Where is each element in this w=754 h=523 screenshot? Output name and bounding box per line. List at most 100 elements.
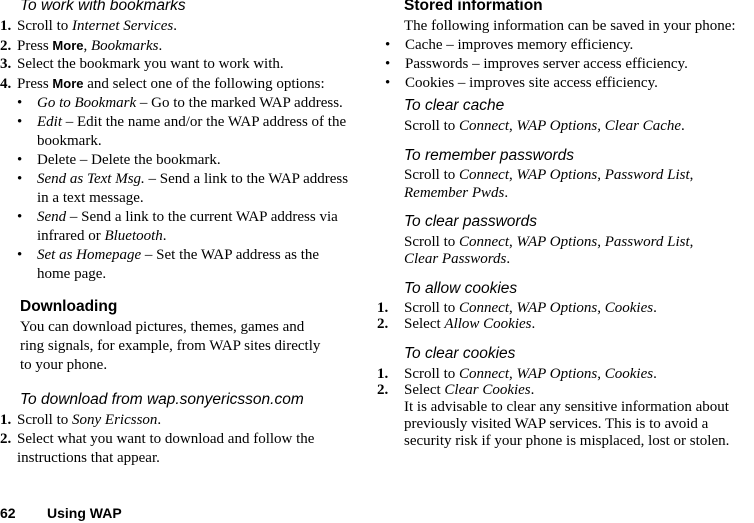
punct: . bbox=[504, 185, 509, 201]
menu-path: Connect bbox=[459, 300, 509, 316]
bullet-icon: • bbox=[17, 171, 23, 187]
step-number: 2. bbox=[377, 316, 389, 332]
option-name: Edit bbox=[37, 114, 62, 130]
heading-work-with-bookmarks: To work with bookmarks bbox=[20, 0, 186, 14]
menu-path: Password List bbox=[604, 167, 690, 183]
allow-step-2: 2. Select Allow Cookies. bbox=[377, 315, 535, 334]
punct: . bbox=[162, 228, 167, 244]
option-desc: – Go to the marked WAP address. bbox=[136, 95, 343, 111]
punct: , bbox=[689, 167, 694, 183]
punct: , bbox=[509, 366, 517, 382]
punct: . bbox=[653, 300, 657, 316]
stored-item-passwords: • Passwords – improves server access effi… bbox=[385, 55, 688, 74]
page-number: 62 bbox=[0, 505, 16, 521]
option-go-to-bookmark: • Go to Bookmark – Go to the marked WAP a… bbox=[17, 94, 343, 113]
bullet-icon: • bbox=[17, 209, 23, 225]
menu-path: WAP Options bbox=[516, 366, 598, 382]
option-send-cont: infrared or Bluetooth. bbox=[37, 227, 167, 246]
menu-path: Allow Cookies bbox=[444, 316, 532, 332]
punct: , bbox=[83, 38, 91, 54]
option-name: Bluetooth bbox=[104, 228, 163, 244]
punct: . bbox=[157, 412, 162, 428]
bullet-icon: • bbox=[17, 114, 23, 130]
punct: , bbox=[509, 167, 517, 183]
bullet-icon: • bbox=[385, 75, 391, 91]
punct: , bbox=[689, 234, 694, 250]
punct: . bbox=[530, 382, 535, 398]
item-text: Passwords – improves server access effic… bbox=[405, 56, 688, 72]
option-set-homepage: • Set as Homepage – Set the WAP address a… bbox=[17, 246, 319, 265]
menu-path: WAP Options bbox=[516, 234, 598, 250]
download-step-2: 2. Select what you want to download and f… bbox=[0, 430, 314, 449]
download-step-1: 1. Scroll to Sony Ericsson. bbox=[0, 411, 161, 430]
step-text: and select one of the following options: bbox=[83, 76, 325, 92]
heading-stored-information: Stored information bbox=[404, 0, 543, 14]
stored-item-cookies: • Cookies – improves site access efficien… bbox=[385, 74, 658, 93]
advice-line-3: security risk if your phone is misplaced… bbox=[404, 433, 730, 449]
clear-passwords-path-cont: Clear Passwords. bbox=[404, 250, 510, 269]
option-desc: – Send a link to the current WAP address… bbox=[66, 209, 338, 225]
menu-path: Password List bbox=[604, 234, 690, 250]
step-text: Scroll to bbox=[17, 18, 72, 34]
item-text: Cache – improves memory efficiency. bbox=[405, 37, 634, 53]
option-delete: • Delete – Delete the bookmark. bbox=[17, 151, 221, 170]
step-number: 2. bbox=[377, 382, 389, 398]
bullet-icon: • bbox=[385, 56, 391, 72]
punct: , bbox=[597, 234, 605, 250]
downloading-line-3: to your phone. bbox=[20, 357, 108, 373]
step-text: Scroll to bbox=[404, 366, 459, 382]
menu-path: Connect bbox=[459, 366, 509, 382]
heading-clear-cookies: To clear cookies bbox=[404, 345, 516, 362]
option-desc: – Set the WAP address as the bbox=[141, 247, 320, 263]
step-3: 3. Select the bookmark you want to work w… bbox=[0, 55, 284, 74]
menu-path: Clear Cache bbox=[604, 118, 682, 134]
item-text: Cookies – improves site access efficienc… bbox=[405, 75, 658, 91]
step-text: Scroll to bbox=[404, 167, 459, 183]
menu-path: WAP Options bbox=[516, 118, 598, 134]
step-text: Select what you want to download and fol… bbox=[17, 431, 315, 447]
option-send-text-msg-cont: in a text message. bbox=[37, 190, 144, 206]
step-text: Scroll to bbox=[404, 300, 459, 316]
punct: , bbox=[509, 300, 517, 316]
step-4: 4. Press More and select one of the follo… bbox=[0, 74, 325, 94]
heading-remember-passwords: To remember passwords bbox=[404, 147, 574, 164]
step-2: 2. Press More, Bookmarks. bbox=[0, 36, 162, 56]
punct: , bbox=[597, 167, 605, 183]
punct: . bbox=[681, 118, 685, 134]
remember-path-cont: Remember Pwds. bbox=[404, 184, 508, 203]
option-edit: • Edit – Edit the name and/or the WAP add… bbox=[17, 113, 346, 132]
punct: . bbox=[173, 18, 177, 34]
step-number: 1. bbox=[0, 412, 12, 428]
heading-clear-passwords: To clear passwords bbox=[404, 213, 537, 230]
step-text: Press bbox=[17, 38, 53, 54]
punct: . bbox=[653, 366, 657, 382]
menu-path: WAP Options bbox=[516, 300, 598, 316]
option-desc: Delete – Delete the bookmark. bbox=[37, 152, 221, 168]
punct: . bbox=[531, 316, 536, 332]
menu-path: Clear Cookies bbox=[444, 382, 531, 398]
menu-path: Remember Pwds bbox=[404, 185, 505, 201]
download-step-2-cont: instructions that appear. bbox=[17, 450, 160, 466]
step-text: Scroll to bbox=[17, 412, 72, 428]
menu-path: Cookies bbox=[604, 300, 654, 316]
option-set-homepage-cont: home page. bbox=[37, 266, 107, 282]
step-text: Scroll to bbox=[404, 234, 459, 250]
menu-path: Sony Ericsson bbox=[72, 412, 158, 428]
punct: , bbox=[509, 118, 517, 134]
step-number: 2. bbox=[0, 38, 12, 54]
step-text: Select the bookmark you want to work wit… bbox=[17, 56, 284, 72]
step-text: Select bbox=[404, 316, 445, 332]
option-edit-cont: bookmark. bbox=[37, 133, 102, 149]
step-number: 3. bbox=[0, 56, 12, 72]
heading-download-from: To download from wap.sonyericsson.com bbox=[20, 391, 304, 408]
downloading-line-2: ring signals, for example, from WAP site… bbox=[20, 338, 321, 354]
menu-path: Clear Passwords bbox=[404, 251, 507, 267]
step-number: 4. bbox=[0, 76, 12, 92]
option-name: Go to Bookmark bbox=[37, 95, 137, 111]
downloading-line-1: You can download pictures, themes, games… bbox=[20, 319, 305, 335]
menu-path: Connect bbox=[459, 234, 509, 250]
menu-path: Connect bbox=[459, 118, 509, 134]
punct: , bbox=[509, 234, 517, 250]
menu-path: WAP Options bbox=[516, 167, 598, 183]
heading-downloading: Downloading bbox=[20, 298, 118, 315]
